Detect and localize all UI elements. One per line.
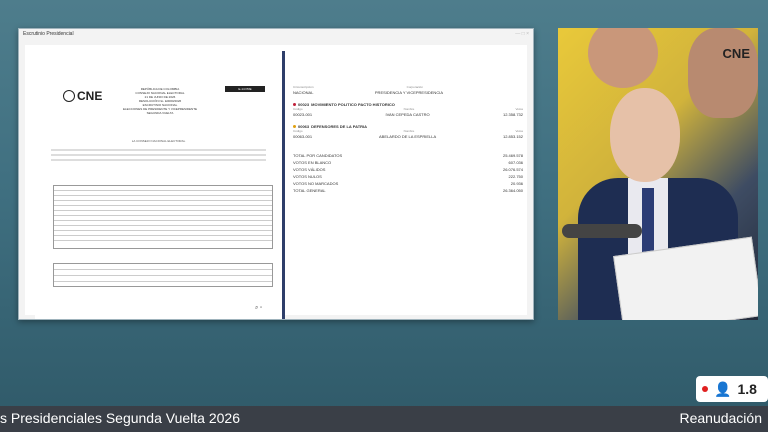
- window-title: Escrutinio Presidencial: [23, 31, 74, 37]
- cne-watermark: CNE: [722, 46, 750, 61]
- viewer-body: CNE REPÚBLICA DE COLOMBIA CONSEJO NACION…: [25, 45, 527, 319]
- news-ticker: s Presidenciales Segunda Vuelta 2026 Rea…: [0, 406, 768, 432]
- candidate-row: 00063-001 ABELARDO DE LA ESPRIELLA 12.85…: [293, 134, 523, 139]
- presenter-head: [610, 88, 680, 182]
- form-badge: E-14 PRE: [225, 86, 265, 92]
- cne-logo: CNE: [63, 89, 102, 103]
- total-row: VOTOS NO MARCADOS 20.936: [293, 181, 523, 186]
- signature-table: [53, 263, 273, 287]
- zoom-icon[interactable]: ⌕ ▫: [255, 305, 262, 312]
- ticker-left: s Presidenciales Segunda Vuelta 2026: [0, 410, 240, 426]
- intro-text: LA CONSEJO NACIONAL ELECTORAL: [51, 139, 266, 161]
- total-row: VOTOS VÁLIDOS 26.076.574: [293, 167, 523, 172]
- results-panel: Circunscripción Corporación NACIONAL PRESI…: [293, 85, 523, 193]
- live-dot-icon: [702, 386, 708, 392]
- candidate-row: 00023-001 IVAN CEPEDA CASTRO 12.358.732: [293, 112, 523, 117]
- total-row: TOTAL GENERAL 26.364.050: [293, 188, 523, 193]
- total-row: VOTOS EN BLANCO 607.036: [293, 160, 523, 165]
- total-row: VOTOS NULOS 222.750: [293, 174, 523, 179]
- document-viewer-window: Escrutinio Presidencial — □ × ✕ CNE REPÚ…: [18, 28, 534, 320]
- presenter-video: CNE: [558, 28, 758, 320]
- document-page: CNE REPÚBLICA DE COLOMBIA CONSEJO NACION…: [35, 51, 285, 319]
- results-table: [53, 185, 273, 249]
- viewer-count: 👤 1.8: [696, 376, 768, 402]
- ticker-right: Reanudación: [679, 410, 762, 426]
- person-icon: 👤: [714, 380, 732, 397]
- background-person: [688, 28, 758, 118]
- background-person: [588, 28, 658, 88]
- document-header: REPÚBLICA DE COLOMBIA CONSEJO NACIONAL E…: [122, 87, 198, 115]
- microphone: [562, 224, 642, 238]
- seal-icon: [63, 90, 75, 102]
- window-titlebar: Escrutinio Presidencial — □ ×: [23, 31, 529, 37]
- total-row: TOTAL POR CANDIDATOS 25.469.578: [293, 153, 523, 158]
